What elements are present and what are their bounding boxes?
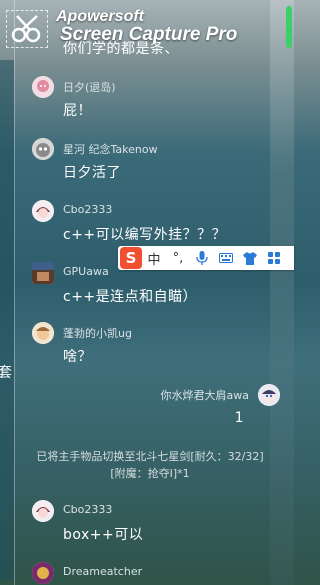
sender-name: 星河 纪念Takenow [63,143,158,156]
background-right-edge [270,0,294,585]
message-text: 日夕活了 [63,165,121,181]
user-avatar[interactable] [32,138,54,160]
scroll-indicator[interactable] [286,6,292,48]
message-text: 屁！ [63,103,92,119]
user-avatar[interactable] [32,262,54,284]
user-avatar[interactable] [32,200,54,222]
message-text: 啥？ [63,349,92,365]
sender-name: GPUawa [63,265,109,278]
message-text: box++可以 [63,527,144,543]
grid-menu-icon[interactable] [262,246,286,270]
sender-name: Cbo2333 [63,203,113,216]
message-text: c++是连点和自瞄） [63,289,198,305]
ime-punctuation[interactable]: °, [166,246,190,270]
ime-chinese-mode[interactable]: 中 [142,246,166,270]
ime-toolbar[interactable]: S 中 °, [118,246,294,270]
background-divider [14,0,15,585]
sender-name: 蓬勃的小凯ug [63,327,132,340]
sender-name: Dreameatcher [63,565,143,578]
skin-shirt-icon[interactable] [238,246,262,270]
message-text: c++可以编写外挂？？？ [63,227,227,243]
sender-name: Cbo2333 [63,503,113,516]
user-avatar[interactable] [32,500,54,522]
sogou-logo-icon[interactable]: S [120,247,142,269]
scissors-logo-icon [6,10,48,48]
system-notice-line: 已将主手物品切换至北斗七星剑[耐久：32/32] [36,450,264,463]
sender-name: 日夕(退岛) [63,81,116,94]
user-avatar[interactable] [32,562,54,584]
sender-name: 你水烨君大肩awa [160,389,249,402]
edge-partial-text: 套 [0,365,12,381]
self-avatar[interactable] [258,384,280,406]
message-text: 你们学的都是条、 [63,41,179,57]
system-notice: 已将主手物品切换至北斗七星剑[耐久：32/32] [附魔：抢夺I]*1 [16,448,284,482]
system-notice-line: [附魔：抢夺I]*1 [110,467,190,480]
microphone-icon[interactable] [190,246,214,270]
user-avatar[interactable] [32,76,54,98]
user-avatar[interactable] [32,322,54,344]
message-text: 1 [234,410,244,426]
keyboard-icon[interactable] [214,246,238,270]
background-wall [0,60,14,580]
